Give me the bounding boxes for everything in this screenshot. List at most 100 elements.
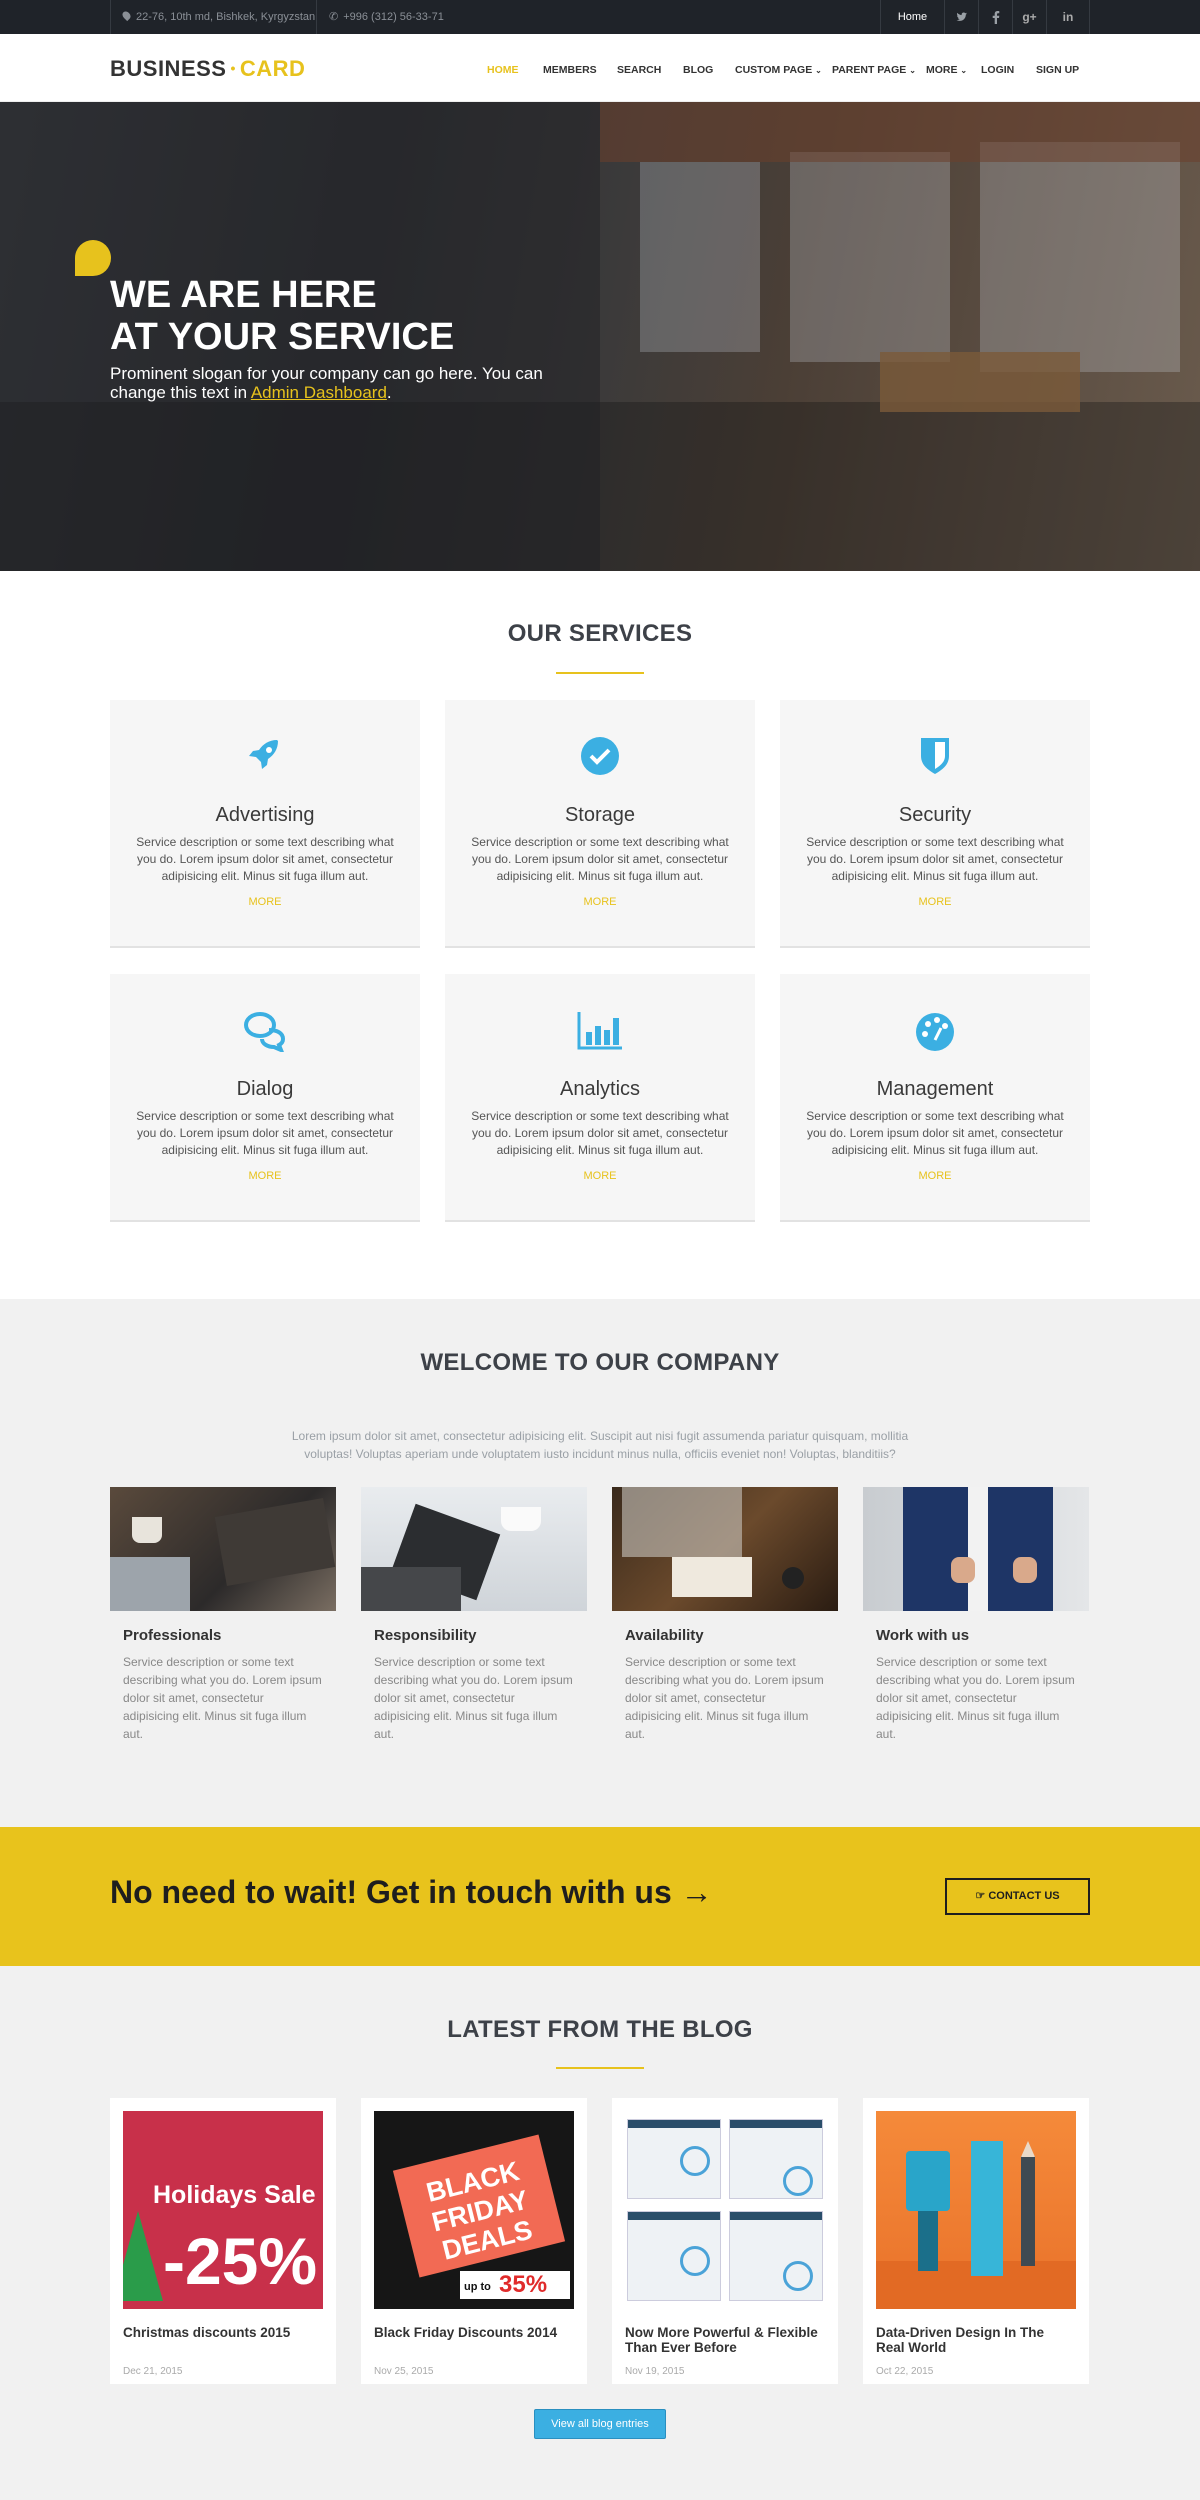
service-more-link[interactable]: MORE [110,896,420,908]
feature-title: Work with us [876,1627,970,1644]
cta-text: No need to wait! Get in touch with us → [110,1874,713,1910]
work-with-us-photo [863,1487,1089,1611]
nav-members[interactable]: Members [543,64,597,76]
service-more-link[interactable]: MORE [780,1170,1090,1182]
service-title: Storage [564,804,636,826]
contact-us-button[interactable]: ☞ CONTACT US [945,1878,1090,1915]
service-title: Dialog [236,1078,294,1100]
blog-post-title[interactable]: Black Friday Discounts 2014 [374,2325,574,2340]
service-title: Analytics [559,1078,641,1100]
service-card-analytics: Analytics Service description or some te… [445,974,755,1222]
service-title: Management [876,1078,994,1100]
thumbnail-text-up-to: up to [464,2281,491,2293]
welcome-intro: Lorem ipsum dolor sit amet, consectetur … [291,1429,909,1461]
view-all-blog-button[interactable]: View all blog entries [534,2409,666,2439]
google-plus-icon[interactable]: g+ [1012,0,1046,34]
service-card-dialog: Dialog Service description or some text … [110,974,420,1222]
thumbnail-text-percent: 35% [499,2271,548,2298]
hero-banner: WE ARE HERE AT YOUR SERVICE Prominent slo… [0,102,1200,571]
site-logo[interactable]: BUSINESS • CARD [110,56,305,82]
service-description: Service description or some text describ… [806,1109,1064,1157]
phone-text: +996 (312) 56-33-71 [343,11,444,23]
service-more-link[interactable]: MORE [445,896,755,908]
admin-dashboard-link[interactable]: Admin Dashboard [251,383,387,402]
nav-more-label: More [926,64,958,76]
phone-item: ✆ +996 (312) 56-33-71 [316,0,456,34]
service-card-management: Management Service description or some t… [780,974,1090,1222]
service-title: Advertising [215,804,315,826]
nav-search[interactable]: Search [617,64,661,76]
feature-title: Professionals [123,1627,222,1644]
feature-card-responsibility: Responsibility Service description or so… [361,1487,587,1741]
blog-post-date: Nov 25, 2015 [374,2366,434,2377]
blog-post-date: Dec 21, 2015 [123,2366,183,2377]
shield-icon [780,734,1090,778]
thumbnail-text-holidays-sale: Holidays Sale [153,2181,316,2209]
nav-more[interactable]: More ⌄ [926,64,967,76]
map-pin-icon [120,9,133,22]
feature-description: Service description or some text describ… [123,1655,322,1741]
logo-text-right: CARD [239,56,306,81]
service-card-advertising: Advertising Service description or some … [110,700,420,948]
nav-parent-page[interactable]: Parent Page ⌄ [832,64,916,76]
hero-heading: WE ARE HERE AT YOUR SERVICE [110,274,610,358]
check-circle-icon [445,734,755,778]
blog-post-date: Oct 22, 2015 [876,2366,934,2377]
blog-post-title[interactable]: Christmas discounts 2015 [123,2325,323,2340]
nav-home[interactable]: Home [487,64,519,76]
responsibility-photo [361,1487,587,1611]
address-item: 22-76, 10th md, Bishkek, Kyrgyzstan [110,0,316,34]
logo-text-left: BUSINESS [110,56,227,81]
feature-card-professionals: Professionals Service description or som… [110,1487,336,1741]
bar-chart-icon [445,1008,755,1052]
service-description: Service description or some text describ… [471,835,729,883]
blog-post-title[interactable]: Now More Powerful & Flexible Than Ever B… [625,2325,825,2355]
service-card-security: Security Service description or some tex… [780,700,1090,948]
nav-blog[interactable]: Blog [683,64,713,76]
service-card-storage: Storage Service description or some text… [445,700,755,948]
blog-post-card[interactable]: Data-Driven Design In The Real World Oct… [863,2098,1089,2384]
blog-post-card[interactable]: Holidays Sale -25% Christmas discounts 2… [110,2098,336,2384]
availability-photo [612,1487,838,1611]
blog-post-title[interactable]: Data-Driven Design In The Real World [876,2325,1076,2355]
service-description: Service description or some text describ… [136,835,394,883]
home-link[interactable]: Home [880,0,944,34]
services-title-underline [556,672,644,674]
feature-description: Service description or some text describ… [374,1655,573,1741]
nav-login[interactable]: Login [981,64,1014,76]
welcome-section: WELCOME TO OUR COMPANY Lorem ipsum dolor… [0,1299,1200,1827]
welcome-title: WELCOME TO OUR COMPANY [420,1349,780,1376]
hero-slogan: Prominent slogan for your company can go… [110,364,580,402]
blog-title-underline [556,2067,644,2069]
service-more-link[interactable]: MORE [445,1170,755,1182]
christmas-sale-thumbnail[interactable]: Holidays Sale -25% [123,2111,323,2309]
feature-description: Service description or some text describ… [876,1655,1075,1741]
service-title: Security [898,804,972,826]
blog-post-card[interactable]: BLACK FRIDAY DEALS up to 35% Black Frida… [361,2098,587,2384]
blog-post-card[interactable]: Now More Powerful & Flexible Than Ever B… [612,2098,838,2384]
professionals-photo [110,1487,336,1611]
linkedin-icon[interactable]: in [1046,0,1090,34]
blog-title: LATEST FROM THE BLOG [447,2016,753,2043]
twitter-icon[interactable] [944,0,978,34]
chat-icon [110,1008,420,1054]
top-bar: 22-76, 10th md, Bishkek, Kyrgyzstan ✆ +99… [0,0,1200,34]
service-more-link[interactable]: MORE [110,1170,420,1182]
facebook-icon[interactable] [978,0,1012,34]
feature-description: Service description or some text describ… [625,1655,824,1741]
address-text: 22-76, 10th md, Bishkek, Kyrgyzstan [136,11,316,23]
nav-sign-up[interactable]: Sign Up [1036,64,1079,76]
service-description: Service description or some text describ… [471,1109,729,1157]
logo-dot: • [230,60,236,76]
black-friday-thumbnail[interactable]: BLACK FRIDAY DEALS up to 35% [374,2111,574,2309]
feature-card-availability: Availability Service description or some… [612,1487,838,1741]
blog-post-date: Nov 19, 2015 [625,2366,685,2377]
hero-heading-line1: WE ARE HERE [110,274,377,316]
service-more-link[interactable]: MORE [780,896,1090,908]
software-screenshots-thumbnail[interactable] [625,2111,825,2309]
nav-custom-page[interactable]: Custom Page ⌄ [735,64,822,76]
feature-title: Availability [625,1627,704,1644]
design-tools-thumbnail[interactable] [876,2111,1076,2309]
chevron-down-icon: ⌄ [960,66,968,75]
feature-title: Responsibility [374,1627,477,1644]
